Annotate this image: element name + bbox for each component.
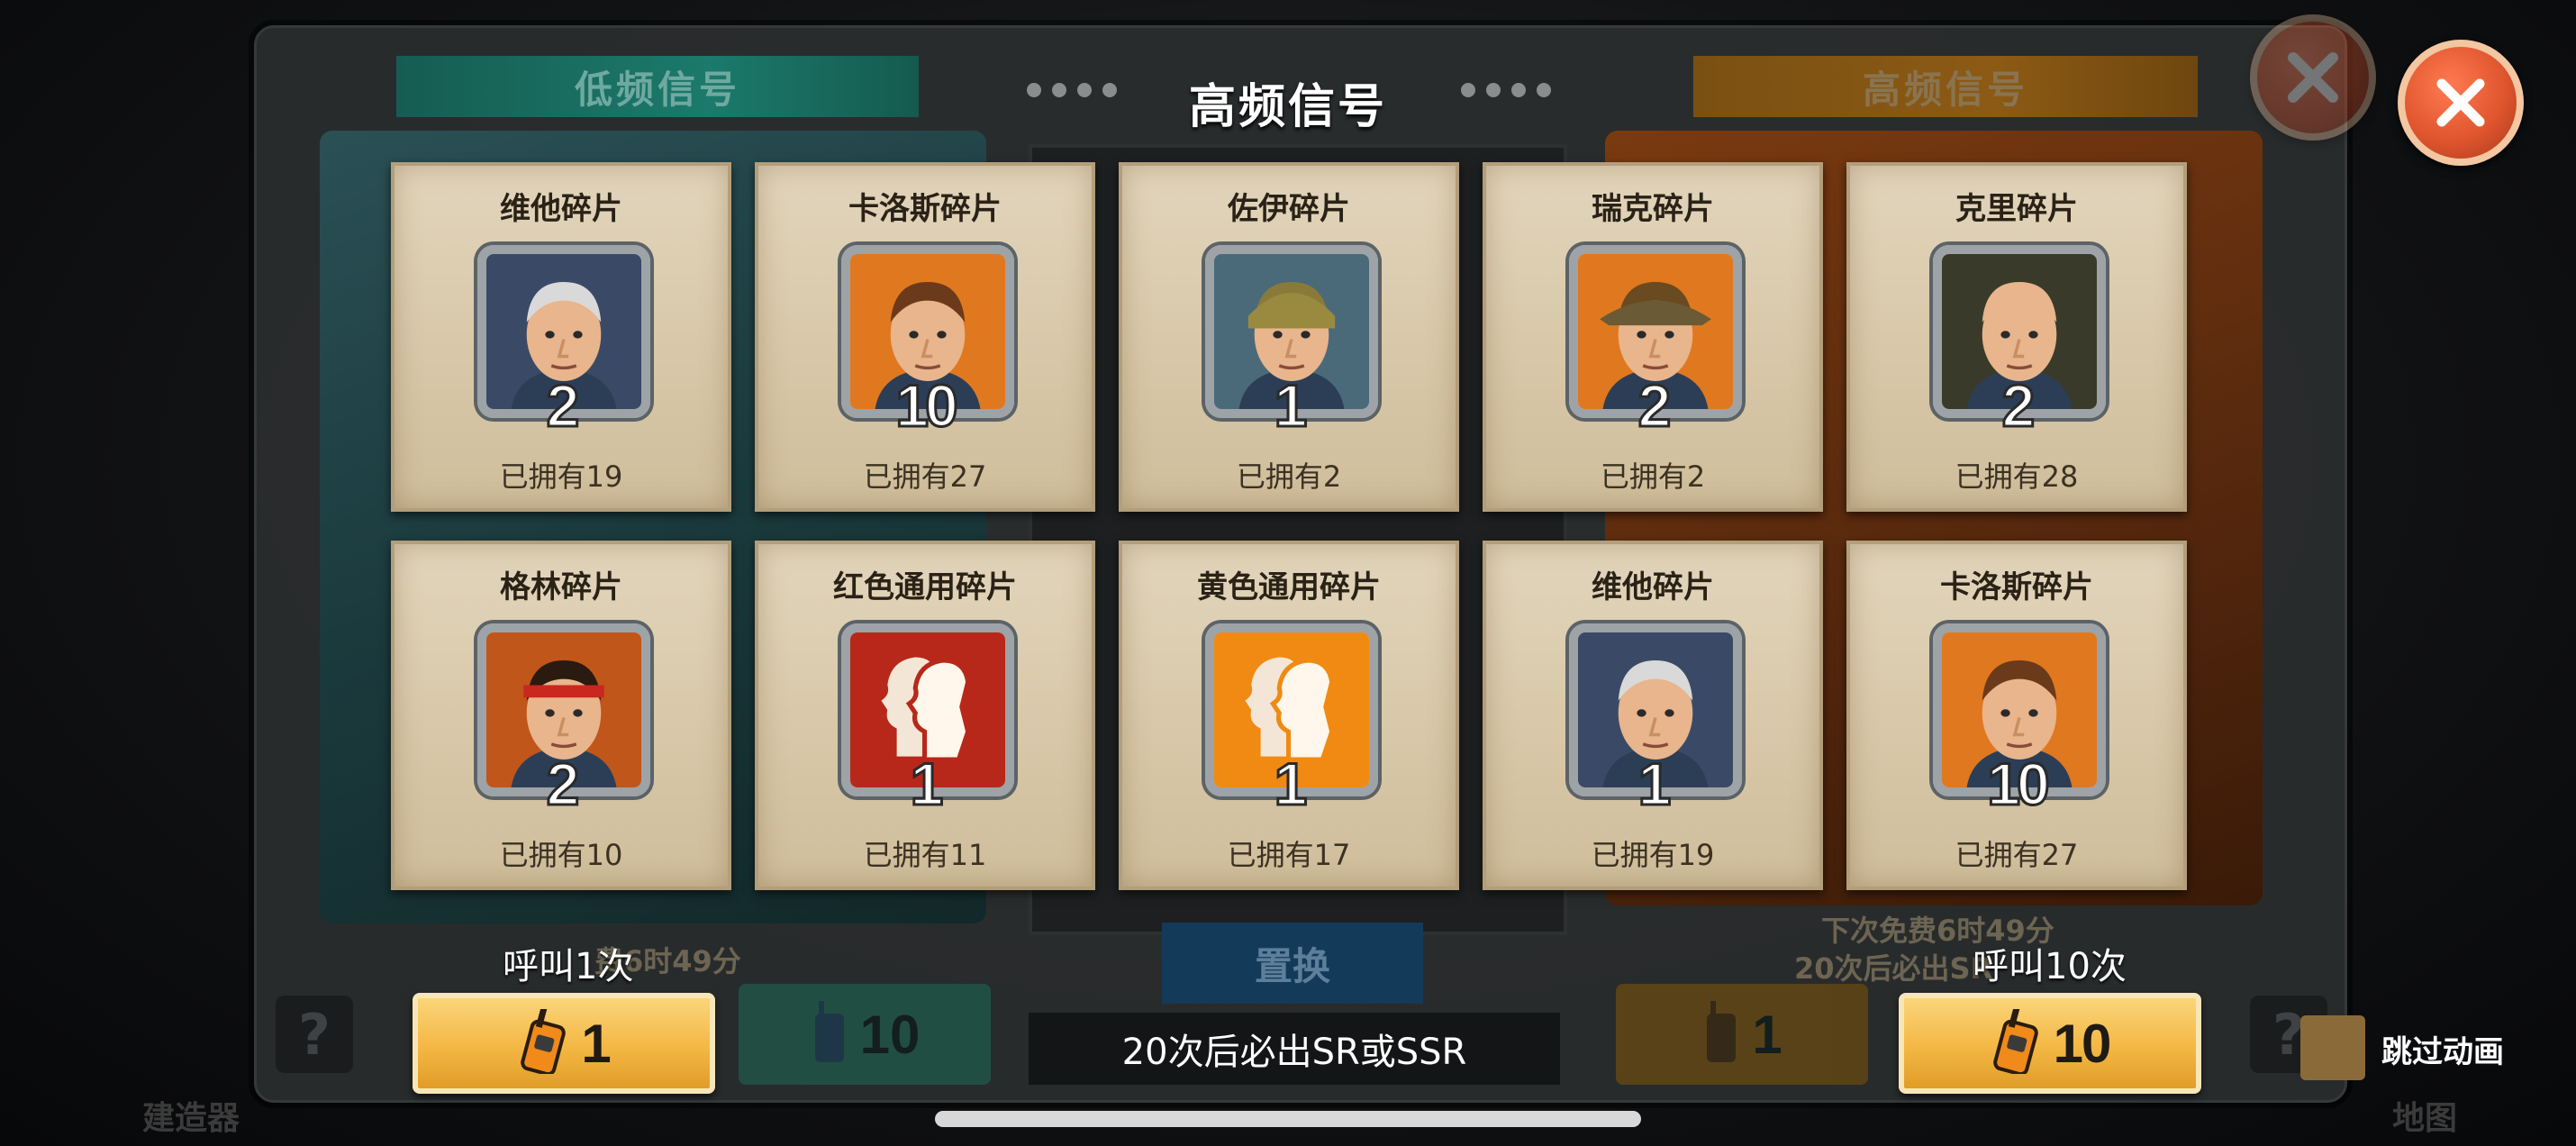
card-owned-count: 已拥有28 (1955, 459, 2079, 494)
builder-label: 建造器 (142, 1100, 240, 1137)
call-once-count: 1 (581, 1013, 611, 1074)
card-owned-count: 已拥有19 (1591, 838, 1715, 872)
card-name: 维他碎片 (500, 191, 622, 227)
card-name: 佐伊碎片 (1228, 191, 1350, 227)
card-owned-count: 已拥有2 (1600, 459, 1706, 494)
skip-animation-checkbox[interactable] (2300, 1015, 2365, 1080)
card-name: 黄色通用碎片 (1197, 569, 1381, 605)
card-quantity: 10 (1986, 750, 2051, 819)
reward-card[interactable]: 格林碎片 2 已拥有10 (391, 541, 731, 890)
replace-button: 置换 (1162, 923, 1423, 1004)
help-icon-left: ? (276, 996, 353, 1073)
reward-card[interactable]: 维他碎片 2 已拥有19 (391, 162, 731, 512)
reward-card[interactable]: 红色通用碎片 1 已拥有11 (755, 541, 1095, 890)
map-label: 地图 (2392, 1100, 2458, 1137)
card-owned-count: 已拥有27 (1955, 838, 2079, 872)
skip-animation-label[interactable]: 跳过动画 (2381, 1027, 2504, 1071)
reward-card[interactable]: 卡洛斯碎片 10 已拥有27 (1846, 541, 2187, 890)
close-icon (2436, 78, 2485, 127)
call-ten-label: 呼叫10次 (1973, 946, 2127, 987)
walkie-talkie-icon (518, 1006, 568, 1078)
card-name: 瑞克碎片 (1592, 191, 1714, 227)
reward-card[interactable]: 克里碎片 2 已拥有28 (1846, 162, 2187, 512)
card-owned-count: 已拥有11 (863, 838, 987, 872)
call-once-label: 呼叫1次 (503, 946, 634, 987)
call-ten-button[interactable]: 10 (1899, 993, 2201, 1094)
card-quantity: 1 (1273, 371, 1309, 441)
walkie-talkie-icon (810, 1001, 849, 1068)
bg-call-ten-button: 10 (739, 984, 991, 1085)
bg-call-once-button: 1 (1616, 984, 1868, 1085)
card-name: 卡洛斯碎片 (1940, 569, 2093, 605)
card-quantity: 1 (909, 750, 945, 819)
card-name: 红色通用碎片 (833, 569, 1017, 605)
guarantee-note: 20次后必出SR或SSR (1029, 1013, 1560, 1085)
reward-card[interactable]: 卡洛斯碎片 10 已拥有27 (755, 162, 1095, 512)
right-guarantee-text: 20次后必出SR (1794, 951, 1993, 986)
card-owned-count: 已拥有17 (1227, 838, 1351, 872)
bg-call-once-count: 1 (1752, 1004, 1782, 1065)
reward-card[interactable]: 维他碎片 1 已拥有19 (1483, 541, 1823, 890)
card-quantity: 10 (894, 371, 959, 441)
card-quantity: 1 (1637, 750, 1673, 819)
reward-card[interactable]: 瑞克碎片 2 已拥有2 (1483, 162, 1823, 512)
walkie-talkie-icon (1701, 1001, 1741, 1068)
card-name: 克里碎片 (1955, 191, 2078, 227)
card-quantity: 1 (1273, 750, 1309, 819)
card-owned-count: 已拥有2 (1236, 459, 1342, 494)
walkie-talkie-icon (1991, 1006, 2041, 1078)
card-quantity: 2 (545, 371, 581, 441)
card-name: 维他碎片 (1592, 569, 1714, 605)
card-quantity: 2 (2000, 371, 2036, 441)
close-button[interactable] (2398, 40, 2524, 166)
card-quantity: 2 (545, 750, 581, 819)
call-ten-count: 10 (2053, 1013, 2112, 1074)
home-indicator[interactable] (935, 1111, 1641, 1127)
call-once-button[interactable]: 1 (413, 993, 715, 1094)
bg-call-ten-count: 10 (859, 1004, 921, 1065)
card-owned-count: 已拥有10 (499, 838, 623, 872)
card-quantity: 2 (1637, 371, 1673, 441)
card-name: 格林碎片 (500, 569, 622, 605)
reward-card[interactable]: 佐伊碎片 1 已拥有2 (1119, 162, 1459, 512)
reward-card[interactable]: 黄色通用碎片 1 已拥有17 (1119, 541, 1459, 890)
card-owned-count: 已拥有19 (499, 459, 623, 494)
card-owned-count: 已拥有27 (863, 459, 987, 494)
card-name: 卡洛斯碎片 (848, 191, 1002, 227)
page-title: 高频信号 (1188, 80, 1387, 134)
